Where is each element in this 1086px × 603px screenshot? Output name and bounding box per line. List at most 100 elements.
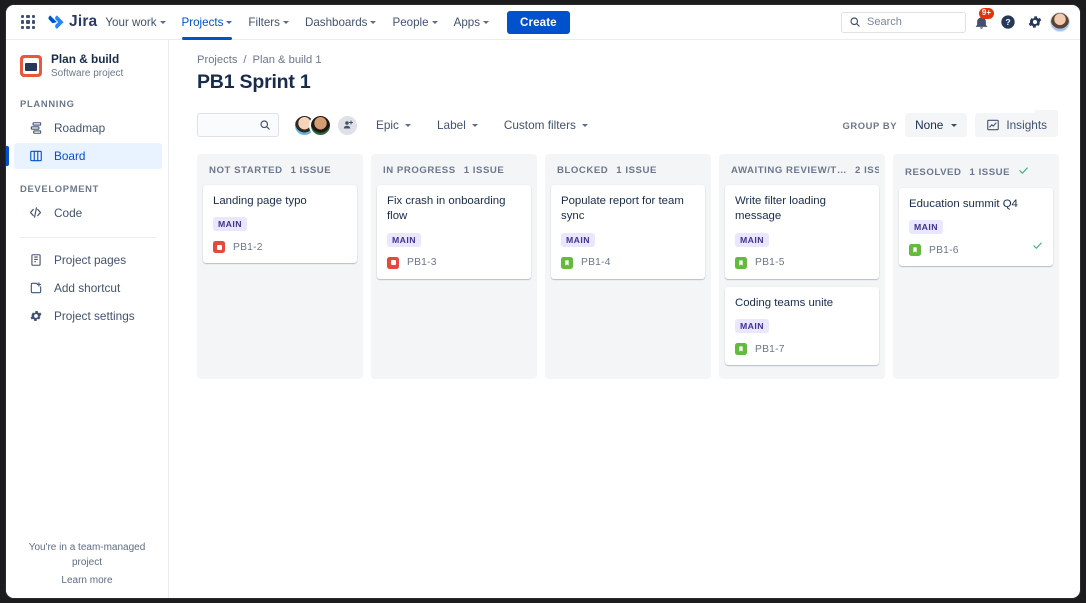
column-title: AWAITING REVIEW/T…: [731, 165, 847, 176]
epic-badge[interactable]: MAIN: [213, 217, 247, 231]
issue-card-footer: PB1-7: [735, 343, 869, 355]
project-sidebar: Plan & build Software project PLANNING R…: [6, 40, 169, 599]
issue-title: Write filter loading message: [735, 194, 869, 225]
project-name: Plan & build: [51, 52, 123, 67]
settings-button[interactable]: [1023, 10, 1047, 34]
sidebar-item-project-settings[interactable]: Project settings: [14, 303, 162, 329]
gear-icon: [28, 308, 43, 323]
group-by-value: None: [915, 118, 943, 132]
column-count: 1 ISSUE: [969, 167, 1010, 178]
add-person-button[interactable]: [336, 114, 359, 137]
add-person-icon: [342, 119, 354, 131]
board-column-awaiting-review: AWAITING REVIEW/T… 2 ISSUES Write filter…: [719, 154, 885, 379]
story-issue-type-icon: [561, 257, 573, 269]
filter-epic[interactable]: Epic: [367, 114, 420, 136]
nav-item-your-work[interactable]: Your work: [97, 5, 173, 40]
epic-badge[interactable]: MAIN: [735, 233, 769, 247]
column-header: BLOCKED 1 ISSUE: [551, 154, 705, 185]
epic-badge[interactable]: MAIN: [387, 233, 421, 247]
filter-custom-filters[interactable]: Custom filters: [495, 114, 597, 136]
issue-title: Fix crash in onboarding flow: [387, 194, 521, 225]
column-header: AWAITING REVIEW/T… 2 ISSUES: [725, 154, 879, 185]
help-icon: ?: [1000, 14, 1016, 30]
story-issue-type-icon: [909, 244, 921, 256]
column-title: BLOCKED: [557, 165, 608, 176]
column-count: 1 ISSUE: [464, 165, 505, 176]
nav-item-dashboards[interactable]: Dashboards: [297, 5, 385, 40]
breadcrumb-project[interactable]: Plan & build 1: [253, 54, 322, 66]
nav-item-projects[interactable]: Projects: [174, 5, 241, 40]
nav-item-apps[interactable]: Apps: [446, 5, 497, 40]
issue-card[interactable]: Populate report for team sync MAIN PB1-4: [551, 185, 705, 279]
sidebar-item-label: Code: [54, 206, 82, 220]
insights-chart-icon: [986, 118, 1000, 132]
avatar-user-2[interactable]: [309, 114, 332, 137]
jira-logo[interactable]: Jira: [48, 13, 97, 31]
jira-wordmark: Jira: [69, 13, 97, 31]
issue-key: PB1-3: [407, 257, 437, 268]
insights-label: Insights: [1006, 118, 1047, 132]
top-nav-right-group: Search 9+ ?: [841, 10, 1070, 34]
board-icon: [28, 148, 43, 163]
project-avatar-icon: [20, 55, 42, 77]
top-navigation-bar: Jira Your work Projects Filters Dashboar…: [6, 5, 1080, 40]
page-title: PB1 Sprint 1: [197, 71, 1058, 94]
sidebar-item-add-shortcut[interactable]: Add shortcut: [14, 275, 162, 301]
sidebar-section-planning: PLANNING: [6, 94, 168, 114]
insights-button[interactable]: Insights: [975, 113, 1058, 137]
issue-key: PB1-2: [233, 242, 263, 253]
learn-more-link[interactable]: Learn more: [16, 575, 158, 586]
create-button[interactable]: Create: [507, 11, 570, 34]
filter-label[interactable]: Label: [428, 114, 487, 136]
help-button[interactable]: ?: [996, 10, 1020, 34]
issue-card[interactable]: Write filter loading message MAIN PB1-5: [725, 185, 879, 279]
sidebar-item-code[interactable]: Code: [14, 200, 162, 226]
chevron-down-icon: [582, 124, 588, 127]
issue-card[interactable]: Landing page typo MAIN PB1-2: [203, 185, 357, 263]
issue-title: Coding teams unite: [735, 296, 869, 311]
epic-badge[interactable]: MAIN: [909, 220, 943, 234]
gear-icon: [1027, 14, 1043, 30]
nav-item-filters[interactable]: Filters: [240, 5, 297, 40]
issue-card[interactable]: Coding teams unite MAIN PB1-7: [725, 287, 879, 365]
svg-text:?: ?: [1005, 17, 1010, 27]
app-switcher-icon[interactable]: [18, 12, 38, 32]
sidebar-item-roadmap[interactable]: Roadmap: [14, 115, 162, 141]
board-column-resolved: RESOLVED 1 ISSUE Education summit Q4 MAI…: [893, 154, 1059, 379]
column-title: IN PROGRESS: [383, 165, 456, 176]
add-shortcut-icon: [28, 280, 43, 295]
issue-card-footer: PB1-2: [213, 241, 347, 253]
board-column-in-progress: IN PROGRESS 1 ISSUE Fix crash in onboard…: [371, 154, 537, 379]
epic-badge[interactable]: MAIN: [735, 319, 769, 333]
group-by-label: GROUP BY: [843, 120, 898, 131]
sidebar-section-development: DEVELOPMENT: [6, 179, 168, 199]
project-type: Software project: [51, 67, 123, 80]
issue-key: PB1-5: [755, 257, 785, 268]
issue-card[interactable]: Fix crash in onboarding flow MAIN PB1-3: [377, 185, 531, 279]
issue-key: PB1-6: [929, 245, 959, 256]
board-search-input[interactable]: [197, 113, 279, 137]
project-header[interactable]: Plan & build Software project: [6, 52, 168, 80]
issue-card-footer: PB1-5: [735, 257, 869, 269]
epic-badge[interactable]: MAIN: [561, 233, 595, 247]
breadcrumb: Projects / Plan & build 1: [197, 54, 1058, 66]
sidebar-item-label: Project pages: [54, 253, 126, 267]
sidebar-item-label: Add shortcut: [54, 281, 120, 295]
breadcrumb-projects[interactable]: Projects: [197, 54, 237, 66]
bug-issue-type-icon: [387, 257, 399, 269]
sidebar-item-project-pages[interactable]: Project pages: [14, 247, 162, 273]
notifications-button[interactable]: 9+: [969, 10, 993, 34]
board-avatar-group: [293, 114, 359, 137]
sidebar-item-board[interactable]: Board: [14, 143, 162, 169]
user-avatar[interactable]: [1050, 12, 1070, 32]
search-icon: [259, 119, 271, 131]
column-count: 1 ISSUE: [616, 165, 657, 176]
board-main-content: Projects / Plan & build 1 PB1 Sprint 1: [169, 40, 1080, 599]
issue-key: PB1-4: [581, 257, 611, 268]
issue-card-footer: PB1-4: [561, 257, 695, 269]
global-search-input[interactable]: Search: [841, 12, 966, 33]
nav-item-people[interactable]: People: [384, 5, 445, 40]
group-by-select[interactable]: None: [905, 113, 967, 137]
issue-card[interactable]: Education summit Q4 MAIN PB1-6: [899, 188, 1053, 266]
sidebar-item-label: Roadmap: [54, 121, 105, 135]
